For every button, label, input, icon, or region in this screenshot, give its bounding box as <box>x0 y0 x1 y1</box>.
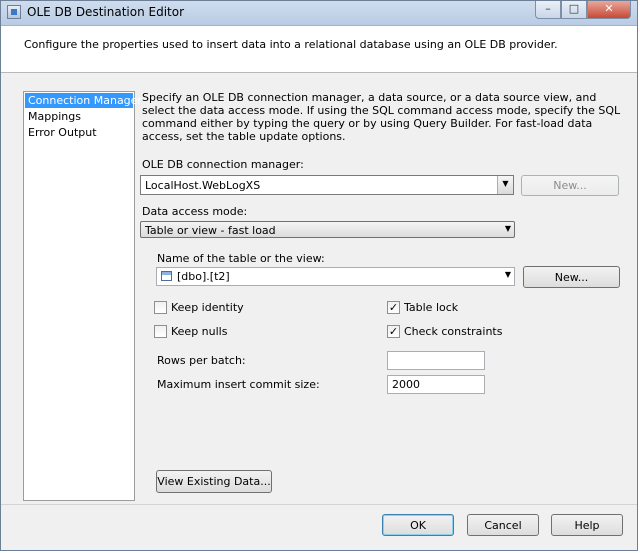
chevron-down-icon[interactable]: ▼ <box>505 270 511 279</box>
access-mode-label: Data access mode: <box>142 205 248 218</box>
nav-item-error-output[interactable]: Error Output <box>25 125 133 140</box>
keep-identity-checkbox[interactable] <box>154 301 167 314</box>
help-button[interactable]: Help <box>551 514 623 536</box>
table-lock-label: Table lock <box>404 301 459 314</box>
check-constraints-label: Check constraints <box>404 325 503 338</box>
header-panel: Configure the properties used to insert … <box>1 26 637 73</box>
table-lock-checkbox[interactable]: ✓ <box>387 301 400 314</box>
connection-manager-value: LocalHost.WebLogXS <box>145 179 261 192</box>
table-name-select[interactable]: [dbo].[t2] ▼ <box>156 267 515 286</box>
connection-manager-select[interactable]: LocalHost.WebLogXS ▼ <box>140 175 514 195</box>
cancel-button[interactable]: Cancel <box>467 514 539 536</box>
connection-manager-label: OLE DB connection manager: <box>142 158 304 171</box>
check-constraints-checkbox[interactable]: ✓ <box>387 325 400 338</box>
page-description: Specify an OLE DB connection manager, a … <box>142 91 621 143</box>
chevron-down-icon[interactable]: ▼ <box>505 224 511 233</box>
app-icon <box>7 5 21 19</box>
maximize-button[interactable]: □ <box>561 1 587 19</box>
new-connection-button[interactable]: New... <box>521 175 619 196</box>
max-commit-size-label: Maximum insert commit size: <box>157 378 320 391</box>
keep-nulls-label: Keep nulls <box>171 325 228 338</box>
view-existing-data-button[interactable]: View Existing Data... <box>156 470 272 493</box>
rows-per-batch-label: Rows per batch: <box>157 354 246 367</box>
access-mode-select[interactable]: Table or view - fast load ▼ <box>140 221 515 238</box>
dialog-window: OLE DB Destination Editor – □ ✕ Configur… <box>0 0 638 551</box>
nav-item-connection-manager[interactable]: Connection Manager <box>25 93 142 108</box>
title-bar[interactable]: OLE DB Destination Editor – □ ✕ <box>1 1 637 26</box>
header-description: Configure the properties used to insert … <box>24 38 558 51</box>
access-mode-value: Table or view - fast load <box>145 224 276 237</box>
rows-per-batch-input[interactable] <box>387 351 485 370</box>
window-title: OLE DB Destination Editor <box>27 5 185 19</box>
keep-identity-label: Keep identity <box>171 301 244 314</box>
chevron-down-icon[interactable]: ▼ <box>497 176 513 194</box>
keep-nulls-checkbox[interactable] <box>154 325 167 338</box>
table-icon <box>161 271 172 281</box>
table-name-label: Name of the table or the view: <box>157 252 325 265</box>
window-controls: – □ ✕ <box>535 1 631 19</box>
max-commit-size-input[interactable]: 2000 <box>387 375 485 394</box>
nav-item-mappings[interactable]: Mappings <box>25 109 133 124</box>
minimize-button[interactable]: – <box>535 1 561 19</box>
new-table-button[interactable]: New... <box>523 266 620 288</box>
close-button[interactable]: ✕ <box>587 1 631 19</box>
ok-button[interactable]: OK <box>382 514 454 536</box>
footer-separator <box>1 504 637 505</box>
page-navigator: Connection Manager Mappings Error Output <box>23 91 142 501</box>
table-name-value: [dbo].[t2] <box>177 270 230 283</box>
